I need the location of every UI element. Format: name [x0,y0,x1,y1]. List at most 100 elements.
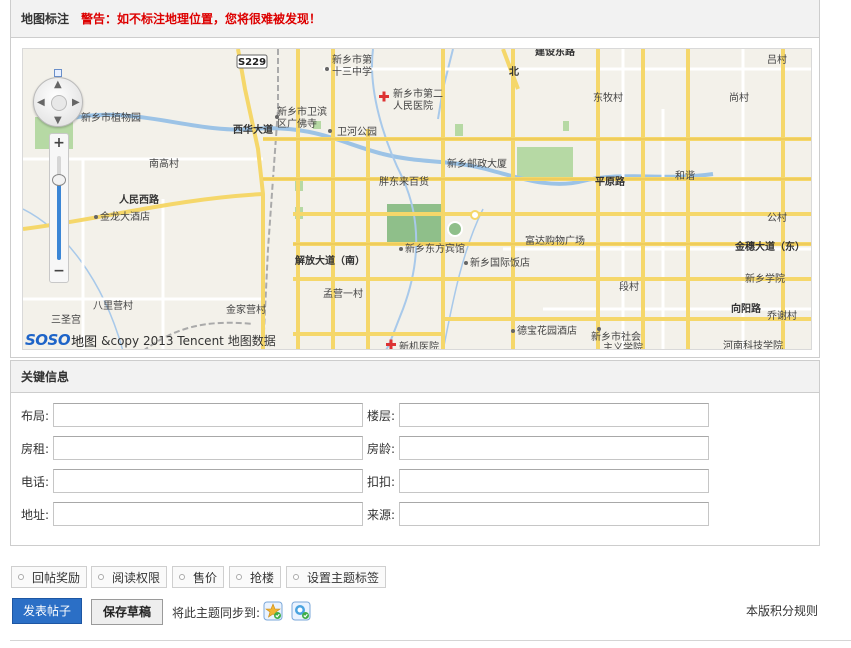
tab-floor-grab[interactable]: 抢楼 [229,566,282,588]
tab-label: 回帖奖励 [32,570,81,585]
svg-text:新乡学院: 新乡学院 [745,272,785,285]
map-reset-icon[interactable] [54,69,62,77]
svg-text:解放大道（南）: 解放大道（南） [295,254,365,267]
svg-text:新机医院: 新机医院 [399,340,439,350]
field-row: 楼层: [367,403,709,427]
map-copyright: &copy 2013 Tencent 地图数据 [101,333,276,348]
map-attribution: SOSO 地图 &copy 2013 Tencent 地图数据 [23,331,276,349]
map-pan-control[interactable]: ▲ ▼ ◀ ▶ [33,77,83,127]
svg-text:人民医院: 人民医院 [393,99,433,112]
pan-center[interactable] [51,95,67,111]
svg-text:八里营村: 八里营村 [93,299,133,312]
svg-text:新乡国际饭店: 新乡国际饭店 [470,256,530,269]
svg-text:平原路: 平原路 [595,175,626,188]
phone-label: 电话: [21,474,50,489]
svg-text:金家营村: 金家营村 [226,303,266,316]
bullet-icon [236,574,242,580]
source-label: 来源: [367,507,396,522]
qzone-icon[interactable] [291,601,311,621]
pan-left-icon[interactable]: ◀ [37,98,45,108]
zoom-slider-handle[interactable] [52,174,66,186]
svg-text:建设东路: 建设东路 [534,49,576,58]
field-row: 来源: [367,502,709,526]
svg-text:新乡市卫滨: 新乡市卫滨 [277,105,327,118]
zoom-slider[interactable]: + − [49,133,69,283]
credit-rules-link[interactable]: 本版积分规则 [746,602,818,619]
source-input[interactable] [399,502,709,526]
qq-label: 扣扣: [367,474,396,489]
floor-input[interactable] [399,403,709,427]
floor-label: 楼层: [367,408,396,423]
tab-reply-reward[interactable]: 回帖奖励 [11,566,88,588]
field-row: 房租: [21,436,363,460]
field-row: 房龄: [367,436,709,460]
sync-label: 将此主题同步到: [172,606,261,620]
divider [10,640,851,641]
field-row: 地址: [21,502,363,526]
svg-text:尚村: 尚村 [729,91,749,104]
svg-text:德宝花园酒店: 德宝花园酒店 [517,324,577,337]
bullet-icon [98,574,104,580]
svg-text:公村: 公村 [767,211,787,224]
svg-text:新乡邮政大厦: 新乡邮政大厦 [447,157,507,170]
svg-text:新乡市植物园: 新乡市植物园 [81,111,141,124]
svg-text:十三中学: 十三中学 [332,65,372,78]
svg-text:北: 北 [509,65,519,78]
zoom-level-fill [57,180,61,260]
weibo-star-icon[interactable] [263,601,283,621]
soso-logo-suffix: 地图 [71,334,98,350]
field-row: 电话: [21,469,363,493]
house-age-label: 房龄: [367,441,396,456]
svg-text:河南科技学院: 河南科技学院 [723,339,783,350]
bullet-icon [18,574,24,580]
map-warning-text: 警告：如不标注地理位置，您将很难被发现！ [81,12,322,26]
map-header: 地图标注 警告：如不标注地理位置，您将很难被发现！ [11,0,819,38]
tab-read-permission[interactable]: 阅读权限 [91,566,168,588]
tab-label: 设置主题标签 [307,570,380,585]
tab-label: 售价 [193,570,218,585]
svg-text:孟营一村: 孟营一村 [323,287,363,300]
svg-text:乔谢村: 乔谢村 [767,309,797,322]
qq-input[interactable] [399,469,709,493]
rent-input[interactable] [53,436,363,460]
svg-text:三圣宫: 三圣宫 [51,313,81,326]
map-canvas[interactable]: S229 新乡市第 十三中学 新乡市第二 人民医院 建设东路 北 吕村 新乡市植… [22,48,812,350]
park-area [517,147,573,179]
svg-text:西华大道: 西华大道 [233,123,273,136]
map-label: S229 [238,57,266,68]
tab-price[interactable]: 售价 [172,566,225,588]
phone-input[interactable] [53,469,363,493]
svg-text:新乡市第二: 新乡市第二 [393,87,443,100]
map-tiles: S229 新乡市第 十三中学 新乡市第二 人民医院 建设东路 北 吕村 新乡市植… [23,49,811,350]
tab-topic-tags[interactable]: 设置主题标签 [286,566,387,588]
svg-text:人民西路: 人民西路 [119,193,160,206]
address-input[interactable] [53,502,363,526]
pan-down-icon[interactable]: ▼ [54,116,62,126]
svg-text:南高村: 南高村 [149,157,179,170]
house-age-input[interactable] [399,436,709,460]
save-draft-button[interactable]: 保存草稿 [91,599,163,625]
svg-text:富达购物广场: 富达购物广场 [525,234,585,247]
pan-up-icon[interactable]: ▲ [54,80,62,90]
zoom-in-button[interactable]: + [50,134,68,152]
tab-label: 阅读权限 [112,570,161,585]
field-row: 布局: [21,403,363,427]
map-section-title: 地图标注 [21,12,70,26]
svg-text:东牧村: 东牧村 [593,91,623,104]
key-info-title: 关键信息 [11,361,819,393]
layout-input[interactable] [53,403,363,427]
pan-right-icon[interactable]: ▶ [72,98,80,108]
svg-text:和谐: 和谐 [675,170,695,182]
map-zoom-control: ▲ ▼ ◀ ▶ + − [33,69,89,309]
svg-text:向阳路: 向阳路 [731,302,762,315]
zoom-out-button[interactable]: − [50,262,68,280]
bullet-icon [179,574,185,580]
svg-text:区广佛寺: 区广佛寺 [277,117,317,130]
submit-post-button[interactable]: 发表帖子 [12,598,82,624]
key-info-panel: 关键信息 布局: 楼层: 房租: 房龄: 电话: 扣扣: 地址: 来源: [10,360,820,546]
svg-text:金穗大道（东）: 金穗大道（东） [734,240,805,253]
address-label: 地址: [21,507,50,522]
svg-text:主义学院: 主义学院 [603,341,643,350]
field-row: 扣扣: [367,469,709,493]
svg-text:吕村: 吕村 [767,53,787,66]
